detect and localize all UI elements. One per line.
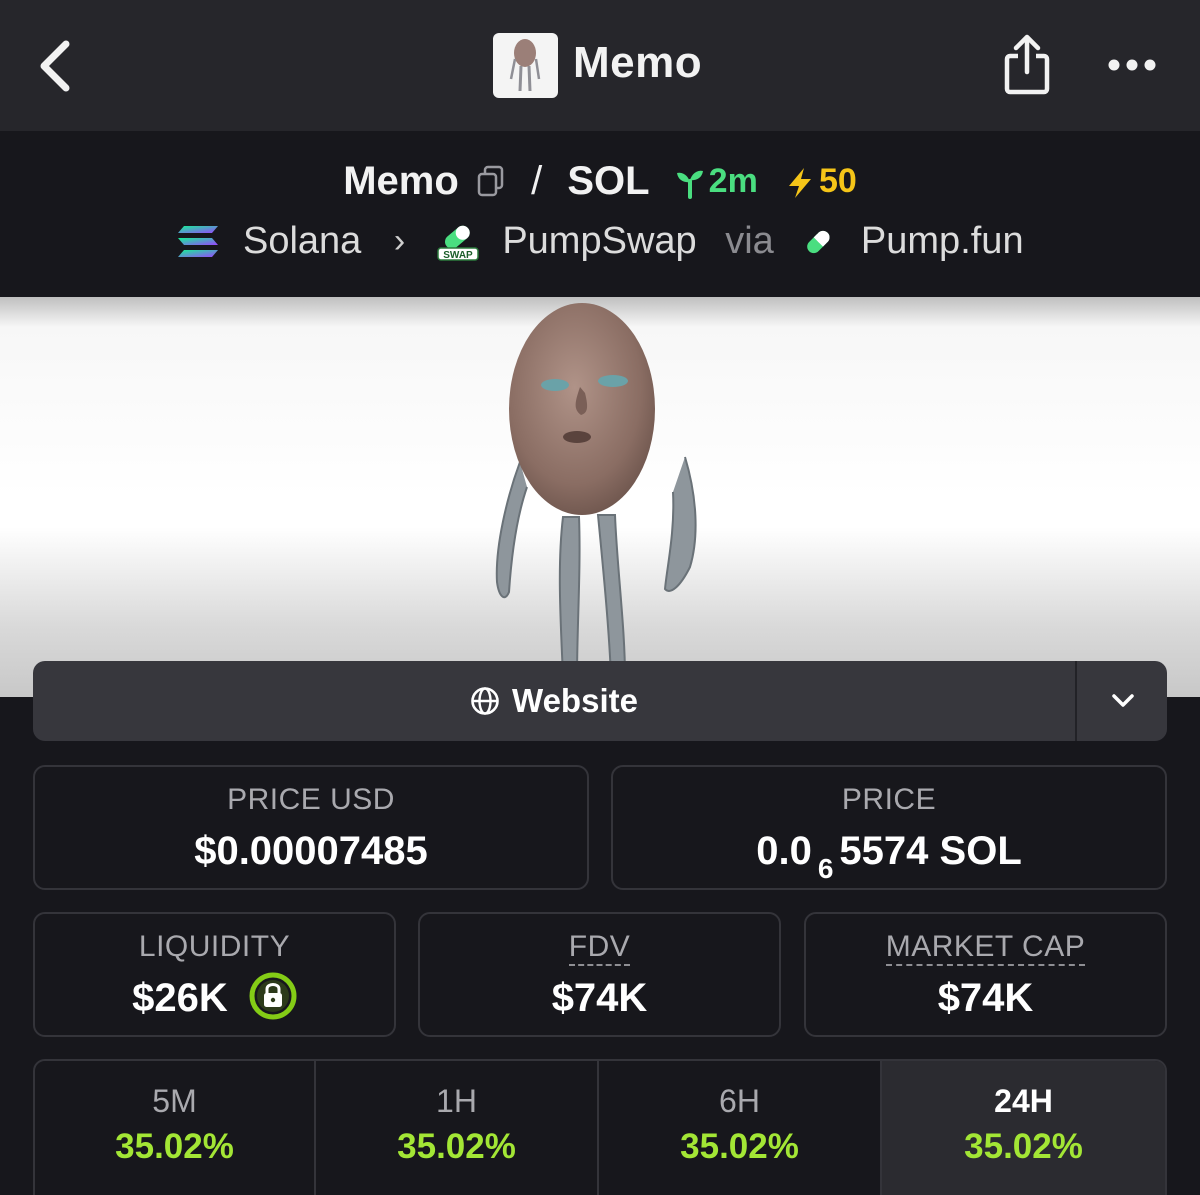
timeframe-label: 6H	[719, 1083, 760, 1119]
pair-route: Solana › SWAP PumpSwap via Pump.fun	[0, 219, 1200, 263]
price-change-value: 35.02%	[964, 1127, 1083, 1166]
boost-count[interactable]: 50	[785, 162, 857, 201]
liquidity-value-row: $26K	[35, 972, 394, 1024]
website-button[interactable]: Website	[33, 661, 1075, 741]
top-bar: Memo	[0, 0, 1200, 131]
website-button-group: Website	[33, 661, 1167, 741]
chevron-left-icon[interactable]	[30, 36, 80, 96]
fdv-value: $74K	[551, 976, 648, 1020]
lock-icon[interactable]	[249, 972, 297, 1020]
price-usd-value: $0.00007485	[194, 829, 428, 873]
chevron-right-icon: ›	[393, 222, 406, 261]
pill-icon	[807, 230, 830, 254]
liquidity-card: LIQUIDITY $26K	[33, 912, 396, 1037]
mascot-image	[495, 303, 697, 677]
tab-24h[interactable]: 24H 35.02%	[882, 1061, 1165, 1195]
sprout-icon	[676, 170, 703, 199]
timeframe-label: 24H	[994, 1083, 1053, 1119]
fdv-label[interactable]: FDV	[568, 930, 631, 966]
tab-1h[interactable]: 1H 35.02%	[316, 1061, 599, 1195]
quote-token: SOL	[567, 158, 650, 203]
pair-age: 2m	[675, 162, 758, 201]
tab-6h[interactable]: 6H 35.02%	[599, 1061, 882, 1195]
liquidity-value: $26K	[132, 976, 228, 1020]
price-change-value: 35.02%	[680, 1127, 799, 1166]
pair-separator: /	[531, 158, 543, 203]
price-suffix: 5574 SOL	[839, 829, 1022, 873]
share-icon[interactable]	[1002, 34, 1052, 98]
price-change-value: 35.02%	[397, 1127, 516, 1166]
chevron-down-icon[interactable]	[1077, 661, 1167, 741]
dex-link[interactable]: PumpSwap	[502, 220, 696, 263]
swap-badge-text: SWAP	[443, 250, 473, 261]
via-label: via	[725, 220, 774, 263]
timeframe-label: 5M	[152, 1083, 197, 1119]
token-banner-image	[0, 297, 1200, 697]
more-horizontal-icon[interactable]	[1104, 48, 1160, 82]
market-cap-label[interactable]: MARKET CAP	[885, 930, 1086, 966]
market-cap-value: $74K	[937, 976, 1034, 1020]
market-cap-label-wrap: MARKET CAP	[806, 930, 1165, 966]
page-title: Memo	[573, 38, 703, 87]
solana-icon	[178, 225, 219, 257]
price-native-card: PRICE 0.0 6 5574 SOL	[611, 765, 1167, 890]
lightning-icon	[788, 167, 811, 198]
chain-link[interactable]: Solana	[243, 220, 361, 263]
pumpswap-icon: SWAP	[437, 225, 479, 261]
price-change-value: 35.02%	[115, 1127, 234, 1166]
pair-info: Memo / SOL 2m 50 Solana › SWAP PumpSwap …	[0, 131, 1200, 297]
market-cap-card: MARKET CAP $74K	[804, 912, 1167, 1037]
price-usd-card: PRICE USD $0.00007485	[33, 765, 589, 890]
base-token: Memo	[343, 158, 459, 203]
pair-title: Memo / SOL 2m 50	[0, 157, 1200, 204]
price-usd-label: PRICE USD	[227, 783, 395, 816]
fdv-card: FDV $74K	[418, 912, 781, 1037]
copy-icon[interactable]	[476, 164, 506, 198]
price-prefix: 0.0	[756, 829, 812, 873]
launchpad-link[interactable]: Pump.fun	[861, 220, 1024, 263]
price-change-tabs: 5M 35.02% 1H 35.02% 6H 35.02% 24H 35.02%	[33, 1059, 1167, 1195]
pair-age-value: 2m	[708, 161, 758, 200]
timeframe-label: 1H	[436, 1083, 477, 1119]
globe-icon	[471, 687, 499, 715]
liquidity-label: LIQUIDITY	[138, 930, 291, 963]
boost-value: 50	[818, 161, 857, 200]
price-zero-count: 6	[817, 853, 834, 884]
price-native-value: 0.0 6 5574 SOL	[613, 829, 1165, 884]
website-label: Website	[512, 682, 638, 719]
price-label: PRICE	[841, 783, 937, 816]
fdv-label-wrap: FDV	[420, 930, 779, 966]
tab-5m[interactable]: 5M 35.02%	[35, 1061, 316, 1195]
token-avatar	[493, 33, 558, 98]
